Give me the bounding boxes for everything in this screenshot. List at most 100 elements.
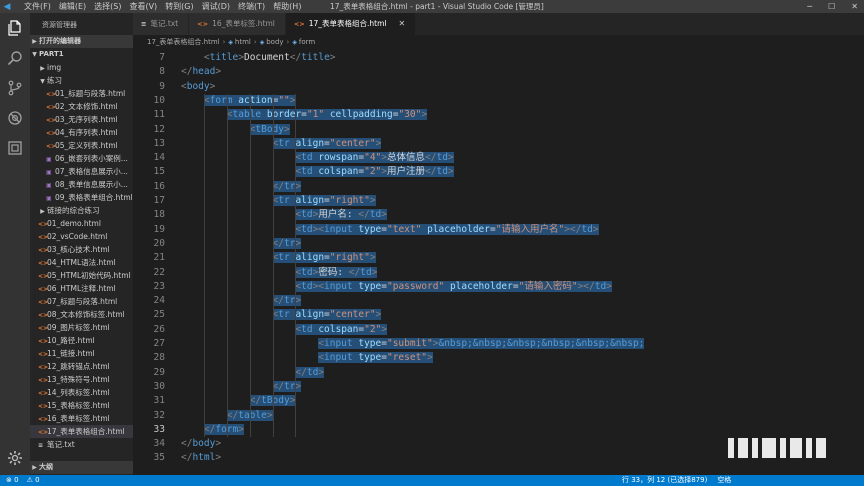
file-label: 02_vsCode.html bbox=[47, 232, 108, 241]
code-line[interactable]: 9 <body> bbox=[133, 80, 864, 94]
close-window-icon[interactable]: ✕ bbox=[851, 0, 858, 13]
code-line[interactable]: 19 <td><input type="text" placeholder="请… bbox=[133, 223, 864, 237]
debug-icon[interactable] bbox=[0, 103, 30, 133]
code-line[interactable]: 26 <td colspan="2"> bbox=[133, 323, 864, 337]
file-item[interactable]: <>16_表单标签.html bbox=[30, 412, 133, 425]
line-number: 11 bbox=[153, 109, 165, 121]
menu-item[interactable]: 帮助(H) bbox=[273, 1, 301, 12]
code-line[interactable]: 17 <tr align="right"> bbox=[133, 194, 864, 208]
code-line[interactable]: 14 <td rowspan="4">总体信息</td> bbox=[133, 151, 864, 165]
tab-label: 17_表单表格组合.html bbox=[308, 19, 387, 28]
file-item[interactable]: <>05_定义列表.html bbox=[30, 139, 133, 152]
file-item[interactable]: <>09_图片标签.html bbox=[30, 321, 133, 334]
file-item[interactable]: <>07_标题与段落.html bbox=[30, 295, 133, 308]
code-line[interactable]: 13 <tr align="center"> bbox=[133, 137, 864, 151]
tab-file[interactable]: <> 16_表单标签.html bbox=[189, 13, 286, 35]
source-control-icon[interactable] bbox=[0, 73, 30, 103]
file-item[interactable]: <>13_特殊符号.html bbox=[30, 373, 133, 386]
file-item[interactable]: ≡ 笔记.txt bbox=[30, 438, 133, 451]
settings-gear-icon[interactable] bbox=[0, 443, 30, 473]
file-item[interactable]: <>15_表格标签.html bbox=[30, 399, 133, 412]
breadcrumb-item[interactable]: body bbox=[266, 38, 283, 46]
html-file-icon: <> bbox=[46, 130, 57, 137]
code-line[interactable]: 29 </td> bbox=[133, 366, 864, 380]
file-item[interactable]: <>11_链接.html bbox=[30, 347, 133, 360]
file-label: 练习 bbox=[47, 76, 62, 85]
menu-item[interactable]: 转到(G) bbox=[165, 1, 193, 12]
breadcrumb-item[interactable]: html bbox=[235, 38, 251, 46]
text-file-icon: ≡ bbox=[38, 442, 44, 449]
menu-item[interactable]: 查看(V) bbox=[129, 1, 157, 12]
menu-item[interactable]: 选择(S) bbox=[94, 1, 121, 12]
code-line[interactable]: 18 <td>用户名: </td> bbox=[133, 208, 864, 222]
code-line[interactable]: 30 </tr> bbox=[133, 380, 864, 394]
code-line[interactable]: 23 <td><input type="password" placeholde… bbox=[133, 280, 864, 294]
file-item[interactable]: <>03_无序列表.html bbox=[30, 113, 133, 126]
menu-item[interactable]: 文件(F) bbox=[24, 1, 51, 12]
file-item[interactable]: <>06_HTML注释.html bbox=[30, 282, 133, 295]
code-line[interactable]: 28 <input type="reset"> bbox=[133, 351, 864, 365]
file-item[interactable]: ▣ 07_表格信息展示小... bbox=[30, 165, 133, 178]
cursor-position[interactable]: 行 33，列 12 (已选择879) bbox=[622, 475, 707, 486]
file-item[interactable]: ▣ 06_嵌套列表小案例... bbox=[30, 152, 133, 165]
code-line[interactable]: 11 <table border="1" cellpadding="30"> bbox=[133, 108, 864, 122]
menu-item[interactable]: 调试(D) bbox=[202, 1, 230, 12]
file-item[interactable]: <>01_demo.html bbox=[30, 217, 133, 230]
code-line[interactable]: 32 </table> bbox=[133, 409, 864, 423]
code-line[interactable]: 10 <form action=""> bbox=[133, 94, 864, 108]
code-line[interactable]: 24 </tr> bbox=[133, 294, 864, 308]
code-line[interactable]: 25 <tr align="center"> bbox=[133, 308, 864, 322]
file-item[interactable]: <>04_HTML语法.html bbox=[30, 256, 133, 269]
file-label: 05_HTML初始代码.html bbox=[47, 271, 131, 280]
menu-item[interactable]: 编辑(E) bbox=[59, 1, 86, 12]
code-line[interactable]: 31 </tBody> bbox=[133, 394, 864, 408]
file-item[interactable]: <>02_文本修饰.html bbox=[30, 100, 133, 113]
breadcrumb-item[interactable]: 17_表单表格组合.html bbox=[147, 38, 220, 46]
open-editors-section[interactable]: ▶ 打开的编辑器 bbox=[30, 35, 133, 48]
menu-item[interactable]: 终端(T) bbox=[238, 1, 265, 12]
file-item[interactable]: <>01_标题与段落.html bbox=[30, 87, 133, 100]
minimize-icon[interactable]: ─ bbox=[807, 0, 812, 13]
maximize-icon[interactable]: ☐ bbox=[828, 0, 835, 13]
outline-section[interactable]: ▶ 大纲 bbox=[30, 461, 133, 474]
code-line[interactable]: 7 <title>Document</title> bbox=[133, 51, 864, 65]
file-item[interactable]: ▣ 08_表单信息展示小... bbox=[30, 178, 133, 191]
search-icon[interactable] bbox=[0, 43, 30, 73]
code-line[interactable]: 8 </head> bbox=[133, 65, 864, 79]
close-tab-icon[interactable]: ✕ bbox=[399, 13, 406, 35]
file-label: 04_HTML语法.html bbox=[47, 258, 116, 267]
code-line[interactable]: 33 </form> bbox=[133, 423, 864, 437]
folder-item[interactable]: ▶ 链接的综合练习 bbox=[30, 204, 133, 217]
explorer-icon[interactable] bbox=[0, 13, 30, 43]
code-editor[interactable]: 7 <title>Document</title> 8 </head> 9 <body>… bbox=[133, 49, 864, 475]
file-item[interactable]: <>10_路径.html bbox=[30, 334, 133, 347]
indentation-status[interactable]: 空格 bbox=[717, 475, 731, 486]
file-item[interactable]: <>03_核心技术.html bbox=[30, 243, 133, 256]
file-item[interactable]: <>08_文本修饰标签.html bbox=[30, 308, 133, 321]
code-line[interactable]: 22 <td>密码: </td> bbox=[133, 266, 864, 280]
file-item[interactable]: <>04_有序列表.html bbox=[30, 126, 133, 139]
html-file-icon: <> bbox=[46, 104, 57, 111]
folder-item[interactable]: ▼ 练习 bbox=[30, 74, 133, 87]
error-count[interactable]: ⊗ 0 bbox=[6, 475, 19, 486]
extensions-icon[interactable] bbox=[0, 133, 30, 163]
html-file-icon: <> bbox=[38, 260, 49, 267]
file-item[interactable]: <>17_表单表格组合.html bbox=[30, 425, 133, 438]
code-line[interactable]: 15 <td colspan="2">用户注册</td> bbox=[133, 165, 864, 179]
folder-item[interactable]: ▶ img bbox=[30, 61, 133, 74]
file-item[interactable]: ▣ 09_表格表单组合.html bbox=[30, 191, 133, 204]
tab-file[interactable]: ≡ 笔记.txt bbox=[133, 13, 190, 35]
breadcrumb-item[interactable]: form bbox=[299, 38, 315, 46]
tab-active[interactable]: <> 17_表单表格组合.html ✕ bbox=[285, 13, 417, 35]
file-item[interactable]: <>12_跳转锚点.html bbox=[30, 360, 133, 373]
file-item[interactable]: <>14_列表标签.html bbox=[30, 386, 133, 399]
code-line[interactable]: 21 <tr align="right"> bbox=[133, 251, 864, 265]
warning-count[interactable]: ⚠ 0 bbox=[27, 475, 40, 486]
project-section[interactable]: ▼ PART1 bbox=[30, 48, 133, 61]
code-line[interactable]: 27 <input type="submit">&nbsp;&nbsp;&nbs… bbox=[133, 337, 864, 351]
file-item[interactable]: <>05_HTML初始代码.html bbox=[30, 269, 133, 282]
code-line[interactable]: 12 <tBody> bbox=[133, 123, 864, 137]
code-line[interactable]: 16 </tr> bbox=[133, 180, 864, 194]
code-line[interactable]: 20 </tr> bbox=[133, 237, 864, 251]
file-item[interactable]: <>02_vsCode.html bbox=[30, 230, 133, 243]
